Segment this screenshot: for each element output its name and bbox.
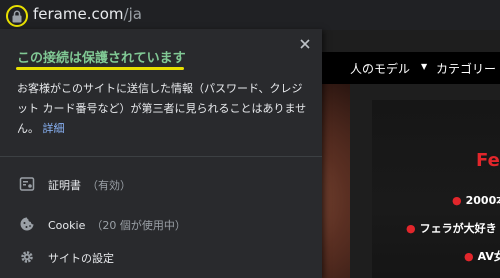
close-icon	[300, 39, 310, 49]
nav-item-categories[interactable]: カテゴリー	[436, 60, 496, 77]
list-item: ● フェラが大好き	[406, 222, 497, 235]
brand-title: Fe	[476, 150, 500, 171]
cookie-count: （20 個が使用中）	[91, 219, 186, 232]
divider	[0, 156, 322, 157]
hero-banner: Fe ●2000本以 ●フェラが大好き ●AV女	[372, 100, 500, 278]
connection-description: お客様がこのサイトに送信した情報（パスワード、クレジット カード番号など）が第三…	[17, 79, 312, 139]
address-bar: ferame.com/ja	[0, 0, 500, 30]
lock-icon	[12, 10, 22, 22]
url-path: /ja	[123, 5, 142, 23]
site-navigation: オ 人のモデル ▼ カテゴリー	[300, 52, 500, 84]
list-item: ● AV女	[464, 250, 500, 263]
bullet-dot-icon: ●	[464, 250, 474, 263]
certificate-status: （有効）	[87, 179, 131, 192]
web-page: オ 人のモデル ▼ カテゴリー Fe ●2000本以 ●フェラが大好き ●AV女	[300, 30, 500, 278]
site-settings-row[interactable]: サイトの設定	[0, 237, 322, 277]
certificate-icon	[19, 177, 35, 191]
caret-down-icon: ▼	[421, 62, 428, 71]
cookie-label: Cookie	[48, 219, 86, 232]
close-button[interactable]	[296, 35, 314, 53]
list-item: ●2000本以	[452, 194, 500, 207]
nav-item-models[interactable]: 人のモデル	[350, 60, 410, 77]
certificate-row[interactable]: 証明書 （有効）	[0, 164, 322, 204]
cookie-icon	[20, 217, 34, 231]
highlight-underline	[16, 67, 184, 70]
details-link[interactable]: 詳細	[43, 122, 65, 135]
site-info-popup: この接続は保護されています お客様がこのサイトに送信した情報（パスワード、クレジ…	[0, 29, 322, 278]
url-text[interactable]: ferame.com/ja	[33, 5, 142, 23]
connection-secure-title: この接続は保護されています	[17, 51, 186, 66]
site-info-button[interactable]	[6, 5, 28, 27]
bullet-dot-icon: ●	[406, 222, 416, 235]
site-settings-label: サイトの設定	[48, 252, 114, 265]
certificate-label: 証明書	[48, 179, 81, 192]
bullet-dot-icon: ●	[452, 194, 462, 207]
settings-gear-icon	[21, 251, 33, 263]
url-host: ferame.com	[33, 5, 124, 23]
